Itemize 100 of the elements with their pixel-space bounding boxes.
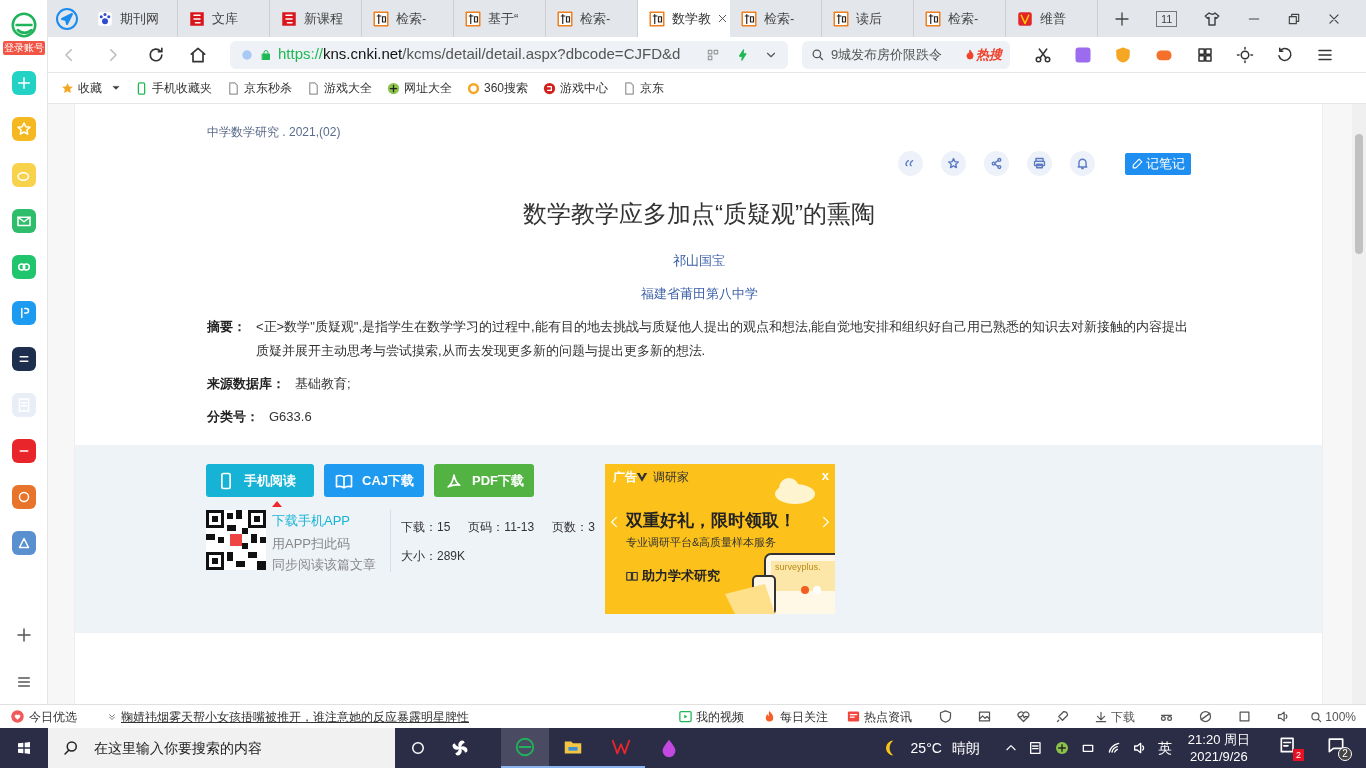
navigation-icon[interactable] xyxy=(55,6,79,31)
download-link[interactable]: 下载 xyxy=(1094,707,1136,726)
brand-name: 调研家 xyxy=(653,469,689,486)
tab-title: 维普 xyxy=(1040,9,1066,28)
bell-icon[interactable] xyxy=(1070,151,1095,176)
bookmark-item[interactable]: 游戏中心 xyxy=(542,79,609,97)
plus-icon[interactable] xyxy=(1053,740,1070,756)
tab-title: 基于“ xyxy=(488,9,519,28)
shield-icon[interactable] xyxy=(938,709,954,724)
grid-icon[interactable] xyxy=(1196,45,1214,64)
cortana-icon[interactable] xyxy=(409,739,427,757)
ime-indicator[interactable]: 英 xyxy=(1157,737,1172,759)
app-icon[interactable] xyxy=(11,347,36,371)
organization-link[interactable]: 福建省莆田第八中学 xyxy=(640,286,758,301)
bookmark-item[interactable]: 京东秒杀 xyxy=(226,79,292,97)
window-icon[interactable] xyxy=(1237,709,1253,724)
taskbar-search-field[interactable]: 在这里输入你要搜索的内容 xyxy=(48,728,395,768)
bookmark-item[interactable]: 京东 xyxy=(622,79,665,97)
add-icon[interactable] xyxy=(14,626,33,644)
tab-title: 检索- xyxy=(948,9,979,28)
site-icon xyxy=(188,9,206,28)
close-icon[interactable] xyxy=(717,13,728,24)
skin-icon[interactable] xyxy=(1203,9,1222,28)
site-icon xyxy=(1016,9,1034,28)
field-value: G633.6 xyxy=(269,408,312,426)
plus-icon xyxy=(386,80,401,96)
tab-title: 新课程 xyxy=(304,9,343,28)
temperature-text: 25°C xyxy=(910,738,942,758)
zoom-control[interactable]: 100% xyxy=(1309,707,1356,726)
play-icon xyxy=(678,709,694,724)
journal-source: 中学数学研究 . 2021,(02) xyxy=(207,125,341,139)
fire-icon xyxy=(964,48,976,61)
weather-text: 晴朗 xyxy=(951,738,980,758)
clock-date: 2021/9/26 xyxy=(1190,748,1248,765)
site-icon xyxy=(648,9,666,28)
star-icon xyxy=(60,80,75,96)
bookmark-item[interactable]: 网址大全 xyxy=(386,79,452,97)
search-field[interactable]: 9城发布房价限跌令 热搜 xyxy=(802,40,1010,69)
scissors-icon[interactable] xyxy=(1034,45,1052,64)
taskbar-app[interactable] xyxy=(501,728,549,768)
heartbeat-icon[interactable] xyxy=(1016,709,1032,724)
ad-screen-text: surveyplus. xyxy=(775,561,821,574)
caret-icon[interactable] xyxy=(112,84,120,92)
site-icon xyxy=(556,9,574,28)
bookmark-item[interactable]: 收藏 xyxy=(60,79,102,97)
share-icon[interactable] xyxy=(984,151,1009,176)
tab-title: 读后 xyxy=(856,9,882,28)
bookmark-item[interactable]: 手机收藏夹 xyxy=(134,79,212,97)
close-icon[interactable] xyxy=(1327,11,1342,26)
tab-title: 检索- xyxy=(396,9,427,28)
notification-icon[interactable] xyxy=(1326,735,1346,755)
site-icon xyxy=(372,9,390,28)
tab-count-badge[interactable]: 11 xyxy=(1156,10,1178,27)
author-link[interactable]: 祁山国宝 xyxy=(673,253,725,268)
news-icon[interactable] xyxy=(1027,740,1044,756)
qr-code-icon xyxy=(206,510,266,570)
undo-icon[interactable] xyxy=(1276,45,1294,64)
new-tab-icon[interactable] xyxy=(1114,10,1130,27)
scrollbar[interactable] xyxy=(1352,104,1366,704)
app-hint: 用APP扫此码 xyxy=(272,535,351,553)
tab-title: 期刊网 xyxy=(120,9,159,28)
status-link[interactable]: 每日关注 xyxy=(762,707,829,726)
stat-text: 页数：3 xyxy=(552,519,595,536)
article-title: 数学教学应多加点“质疑观”的熏陶 xyxy=(523,200,875,227)
bookmark-item[interactable]: 游戏大全 xyxy=(306,79,372,97)
tab-title: 检索- xyxy=(764,9,795,28)
tab-title: 检索- xyxy=(580,9,611,28)
restore-icon[interactable] xyxy=(1287,11,1302,26)
site-info-icon xyxy=(240,47,254,62)
lock-icon xyxy=(260,48,272,61)
site-icon xyxy=(832,9,850,28)
page-icon xyxy=(226,80,241,96)
field-value: <正>数学"质疑观",是指学生在数学学习的过程中,能有目的地去挑战与质疑他人提出的观点和想法,能自觉地安排和组织好自己用已熟悉的知识去对新接触的内容提出质疑并展开主动思考与尝试摸索,从而去发现更多新的问题与提出更多新的想法. xyxy=(256,318,1190,360)
browser-tab[interactable]: 数学教 xyxy=(638,0,730,37)
app-hint: 同步阅读该篇文章 xyxy=(272,556,376,574)
address-field[interactable]: https://kns.cnki.net/kcms/detail/detail.aspx?dbcode=CJFD&d xyxy=(230,40,788,69)
brand-logo-icon xyxy=(635,470,649,484)
image-icon[interactable] xyxy=(977,709,993,724)
stat-text: 页码：11-13 xyxy=(468,519,535,536)
paw-icon xyxy=(96,9,114,28)
brightness-icon[interactable] xyxy=(1236,45,1254,64)
url-text: https://kns.cnki.net/kcms/detail/detail.aspx?dbcode=CJFD&d xyxy=(278,44,681,65)
today-picks-link[interactable]: 今日优选 xyxy=(29,707,77,726)
notification-count: 2 xyxy=(1338,747,1352,761)
status-link[interactable]: 热点资讯 xyxy=(846,707,913,726)
ad-cta: 助力学术研究 xyxy=(642,567,720,585)
tab-title: 数学教 xyxy=(672,9,711,28)
quote-icon[interactable] xyxy=(898,151,923,176)
pencil-icon xyxy=(1131,157,1144,170)
windows-start-icon[interactable] xyxy=(16,740,32,756)
news-link[interactable]: 鞠婧祎烟雾天帮小女孩捂嘴被推开，谁注意她的反应暴露明星脾性 xyxy=(121,707,469,726)
news-icon xyxy=(846,709,862,724)
status-link[interactable]: 我的视频 xyxy=(678,707,745,726)
ad-label: 广告 xyxy=(613,469,637,486)
search-icon xyxy=(810,47,825,62)
print-icon[interactable] xyxy=(1027,151,1052,176)
site-icon xyxy=(464,9,482,28)
bookmark-item[interactable]: 360搜索 xyxy=(466,79,529,97)
field-label: 来源数据库： xyxy=(207,375,285,393)
notification-badge: 2 xyxy=(1293,749,1304,761)
